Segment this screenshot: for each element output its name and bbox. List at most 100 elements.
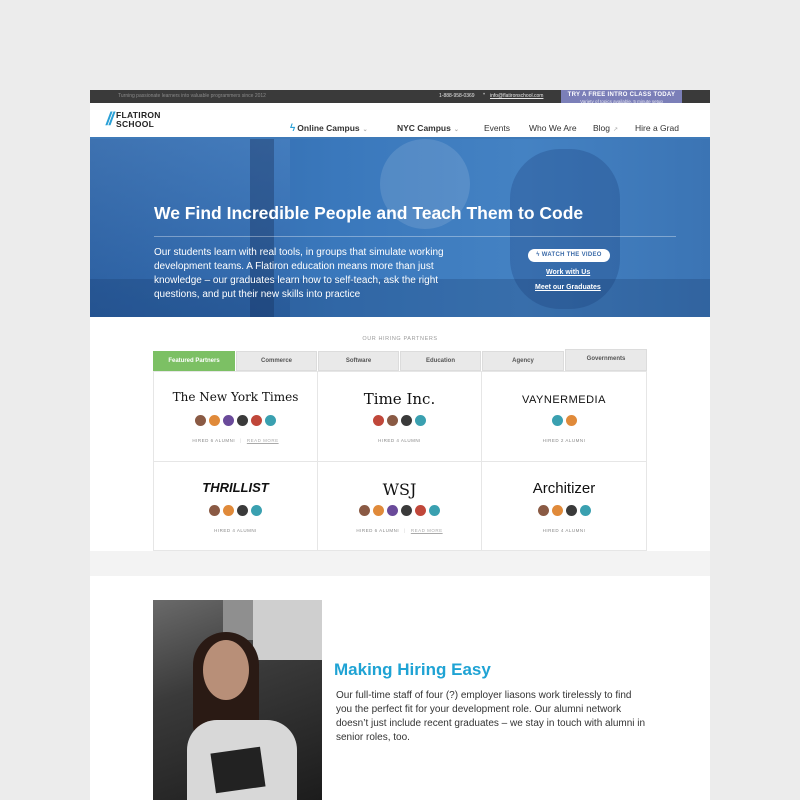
avatar	[358, 504, 371, 517]
meta-separator: |	[404, 528, 406, 533]
alumni-avatars	[154, 414, 317, 432]
avatar	[222, 504, 235, 517]
avatar	[536, 504, 550, 517]
partner-logo: VAYNERMEDIA	[522, 394, 606, 406]
partner-card-time-inc[interactable]: Time Inc. HIRED 4 ALUMNI	[318, 372, 482, 462]
partner-card-wsj[interactable]: WSJ HIRED 6 ALUMNI | READ MORE	[318, 462, 482, 552]
email-link[interactable]: info@flatironschool.com	[490, 93, 543, 99]
tab-education[interactable]: Education	[400, 351, 481, 371]
avatar	[550, 504, 564, 517]
avatar	[194, 414, 207, 427]
partner-logo: Time Inc.	[363, 390, 436, 408]
hero-divider	[154, 236, 676, 237]
alumni-count-row: HIRED 6 ALUMNI | READ MORE	[318, 528, 481, 533]
avatar	[564, 414, 578, 427]
section-divider	[90, 551, 710, 576]
alumni-avatars	[318, 504, 481, 522]
cta-title: TRY A FREE INTRO CLASS TODAY	[567, 92, 676, 98]
phone-number[interactable]: 1-888-958-0369	[439, 93, 475, 99]
partner-logo: Architizer	[532, 480, 596, 497]
avatar	[400, 414, 413, 427]
partner-card-architizer[interactable]: Architizer HIRED 4 ALUMNI	[482, 462, 646, 552]
nav-hire-a-grad[interactable]: Hire a Grad	[635, 123, 679, 133]
avatar	[550, 414, 564, 427]
hero-title: We Find Incredible People and Teach Them…	[154, 203, 584, 223]
hiring-section: Making Hiring Easy Our full-time staff o…	[90, 576, 710, 800]
chevron-down-icon: ⌄	[362, 127, 368, 133]
alumni-count-row: HIRED 6 ALUMNI | READ MORE	[154, 438, 317, 443]
partner-grid: The New York Times HIRED 6 ALUMNI | READ M…	[153, 371, 647, 552]
partner-card-vaynermedia[interactable]: VAYNERMEDIA HIRED 2 ALUMNI	[482, 372, 646, 462]
avatar	[250, 414, 263, 427]
avatar	[236, 504, 249, 517]
nav-nyc-label: NYC Campus	[397, 123, 451, 133]
alumni-count: HIRED 2 ALUMNI	[542, 438, 586, 443]
graduate-photo	[153, 600, 322, 800]
tab-agency[interactable]: Agency	[482, 351, 564, 371]
watch-video-label: WATCH THE VIDEO	[541, 252, 602, 258]
nav-events[interactable]: Events	[484, 123, 510, 133]
tab-software[interactable]: Software	[318, 351, 399, 371]
avatar	[414, 504, 427, 517]
avatar	[400, 504, 413, 517]
avatar	[414, 414, 427, 427]
avatar	[250, 504, 263, 517]
alumni-avatars	[318, 414, 481, 432]
section-body: Our full-time staff of four (?) employer…	[336, 690, 646, 743]
avatar	[208, 504, 221, 517]
nav-blog[interactable]: Blog ↗	[593, 123, 618, 133]
partner-card-thrillist[interactable]: THRILLIST HIRED 4 ALUMNI	[154, 462, 318, 552]
tab-featured-partners[interactable]: Featured Partners	[153, 351, 235, 371]
alumni-avatars	[482, 414, 646, 432]
nav-online-campus[interactable]: ϟ Online Campus ⌄	[290, 123, 368, 134]
avatar	[578, 504, 592, 517]
meta-separator: |	[240, 438, 242, 443]
avatar	[386, 414, 399, 427]
page: Turning passionate learners into valuabl…	[90, 90, 710, 800]
photo-face	[203, 640, 249, 700]
alumni-avatars	[154, 504, 317, 522]
nav-who-we-are[interactable]: Who We Are	[529, 123, 577, 133]
tab-governments[interactable]: Governments	[565, 349, 647, 371]
chevron-down-icon: ⌄	[453, 127, 459, 133]
partner-logo: The New York Times	[172, 390, 299, 404]
hiring-partners-heading: OUR HIRING PARTNERS	[362, 336, 438, 342]
logo-mark: //	[106, 109, 114, 129]
avatar	[222, 414, 235, 427]
hero-description: Our students learn with real tools, in g…	[154, 247, 444, 300]
alumni-count: HIRED 4 ALUMNI	[378, 438, 421, 443]
hero-banner: We Find Incredible People and Teach Them…	[90, 139, 710, 317]
read-more-link[interactable]: READ MORE	[411, 528, 443, 533]
partner-tabs: Featured Partners Commerce Software Educ…	[153, 349, 647, 371]
partner-card-nyt[interactable]: The New York Times HIRED 6 ALUMNI | READ M…	[154, 372, 318, 462]
avatar	[264, 414, 277, 427]
avatar	[428, 504, 441, 517]
alumni-count: HIRED 4 ALUMNI	[214, 528, 257, 533]
section-title: Making Hiring Easy	[334, 660, 491, 679]
watch-video-button[interactable]: ϟ WATCH THE VIDEO	[528, 249, 610, 262]
photo-laptop	[210, 746, 266, 794]
main-nav: // FLATIRON SCHOOL ϟ Online Campus ⌄ NYC C…	[90, 103, 710, 139]
avatar	[386, 504, 399, 517]
alumni-count: HIRED 4 ALUMNI	[542, 528, 586, 533]
partner-logo: THRILLIST	[202, 480, 269, 495]
avatar	[372, 504, 385, 517]
bolt-icon: ϟ	[290, 123, 296, 134]
tab-commerce[interactable]: Commerce	[236, 351, 317, 371]
partner-logo: WSJ	[382, 480, 417, 499]
alumni-count: HIRED 6 ALUMNI	[192, 438, 236, 443]
nav-nyc-campus[interactable]: NYC Campus ⌄	[397, 123, 459, 133]
work-with-us-link[interactable]: Work with Us	[546, 269, 590, 276]
nav-online-label: Online Campus	[297, 123, 360, 133]
alumni-avatars	[482, 504, 646, 522]
avatar	[372, 414, 385, 427]
tagline: Turning passionate learners into valuabl…	[118, 93, 266, 99]
nav-blog-label: Blog	[593, 123, 611, 133]
avatar	[564, 504, 578, 517]
read-more-link[interactable]: READ MORE	[247, 438, 279, 443]
separator-dot: •	[483, 92, 486, 98]
alumni-count: HIRED 6 ALUMNI	[356, 528, 400, 533]
meet-graduates-link[interactable]: Meet our Graduates	[535, 284, 601, 291]
external-link-icon: ↗	[613, 127, 619, 133]
logo-line2: SCHOOL	[116, 119, 155, 129]
